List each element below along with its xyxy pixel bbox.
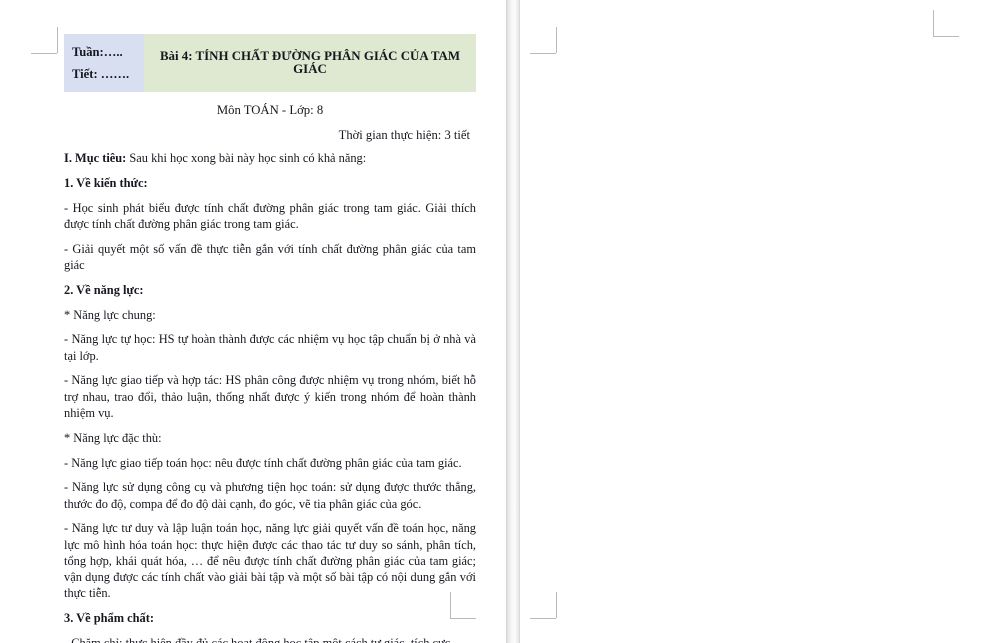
paragraph-l12: - Năng lực tư duy và lập luận toán học, … xyxy=(64,521,476,600)
left-column-body: Tuần:….. Tiết: ……. Bài 4: TÍNH CHẤT ĐƯỜN… xyxy=(64,34,476,643)
paragraph-l2: 1. Về kiến thức: xyxy=(64,175,148,190)
document-header-boxes: Tuần:….. Tiết: ……. Bài 4: TÍNH CHẤT ĐƯỜN… xyxy=(64,34,476,93)
paragraph-l5: 2. Về năng lực: xyxy=(64,282,144,297)
page-gutter-divider xyxy=(506,0,520,643)
paragraph-l3: - Học sinh phát biểu được tính chất đườn… xyxy=(64,200,476,231)
paragraph-l7: - Năng lực tự học: HS tự hoàn thành được… xyxy=(64,332,476,363)
paragraph-l14: - Chăm chỉ: thực hiện đầy đủ các hoạt độ… xyxy=(64,635,454,643)
paragraph-l11: - Năng lực sử dụng công cụ và phương tiệ… xyxy=(64,480,476,511)
page-right: nhóm, trong đánh giá và tự đánh giá.- Tr… xyxy=(520,0,1006,643)
page-left: Tuần:….. Tiết: ……. Bài 4: TÍNH CHẤT ĐƯỜN… xyxy=(0,0,506,643)
lesson-title-box: Bài 4: TÍNH CHẤT ĐƯỜNG PHÂN GIÁC CỦA TAM… xyxy=(144,34,476,93)
left-column-paragraphs: I. Mục tiêu: Sau khi học xong bài này họ… xyxy=(64,145,476,643)
paragraph-l1: I. Mục tiêu: Sau khi học xong bài này họ… xyxy=(64,150,367,165)
paragraph-l8: - Năng lực giao tiếp và hợp tác: HS phân… xyxy=(64,373,476,420)
paragraph-l9: * Năng lực đặc thù: xyxy=(64,430,162,445)
period-label: Tiết: ……. xyxy=(72,67,130,82)
paragraph-l13: 3. Về phẩm chất: xyxy=(64,610,154,625)
paragraph-l6: * Năng lực chung: xyxy=(64,307,156,322)
paragraph-l4: - Giải quyết một số vấn đề thực tiễn gắn… xyxy=(64,241,476,272)
week-period-box: Tuần:….. Tiết: ……. xyxy=(64,34,144,93)
week-label: Tuần:….. xyxy=(72,45,123,59)
subject-line: Môn TOÁN - Lớp: 8 xyxy=(216,103,324,118)
paragraph-l10: - Năng lực giao tiếp toán học: nêu được … xyxy=(64,455,462,470)
duration-line: Thời gian thực hiện: 3 tiết xyxy=(338,127,470,142)
